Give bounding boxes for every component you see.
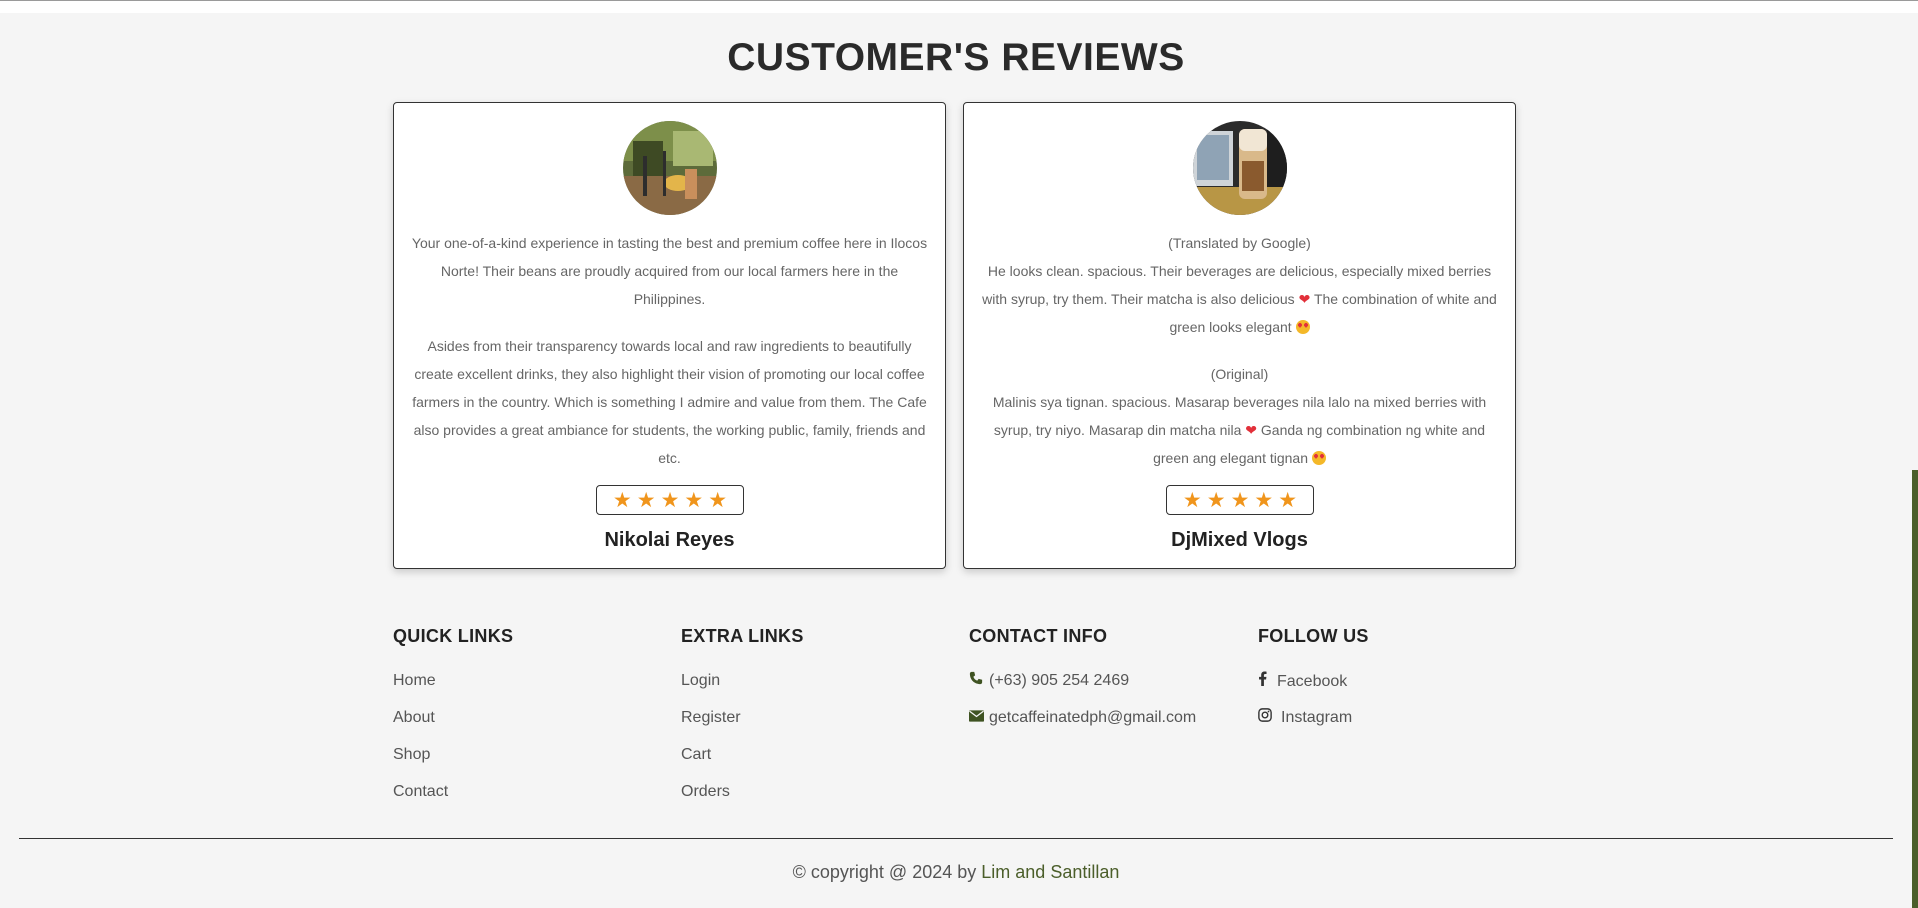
social-facebook: Facebook — [1277, 673, 1348, 690]
heart-icon: ❤ — [1245, 422, 1257, 438]
copyright-prefix: © copyright @ 2024 by — [792, 862, 977, 882]
instagram-icon — [1258, 708, 1281, 728]
star-icon: ★ — [1182, 488, 1202, 512]
footer-link-orders[interactable]: Orders — [681, 782, 804, 819]
social-instagram-link[interactable]: Instagram — [1258, 708, 1369, 745]
reviewer-avatar — [1193, 121, 1287, 215]
footer-quick-links: QUICK LINKS Home About Shop Contact — [393, 626, 513, 819]
social-facebook-link[interactable]: Facebook — [1258, 671, 1369, 708]
star-icon: ★ — [1254, 488, 1274, 512]
contact-info-heading: CONTACT INFO — [969, 626, 1108, 646]
review-card: Your one-of-a-kind experience in tasting… — [393, 102, 946, 569]
original-label: (Original) — [1210, 366, 1269, 382]
star-rating: ★ ★ ★ ★ ★ — [1166, 485, 1314, 515]
footer-link-register[interactable]: Register — [681, 708, 804, 745]
contact-phone: (+63) 905 254 2469 — [989, 672, 1130, 689]
reviewer-name: Nikolai Reyes — [604, 529, 735, 551]
social-instagram: Instagram — [1281, 709, 1353, 726]
contact-phone-link[interactable]: (+63) 905 254 2469 — [969, 671, 1196, 708]
scrollbar-thumb[interactable] — [1912, 470, 1918, 908]
reviews-title: CUSTOMER'S REVIEWS — [727, 36, 1185, 79]
reviewer-name: DjMixed Vlogs — [1171, 529, 1308, 551]
footer-contact-info: CONTACT INFO (+63) 905 254 2469 getcaffe… — [969, 626, 1196, 745]
review-translated: (Translated by Google) He looks clean. s… — [978, 229, 1501, 341]
review-text: (Translated by Google) He looks clean. s… — [978, 229, 1501, 491]
star-icon: ★ — [612, 488, 632, 512]
footer-link-cart[interactable]: Cart — [681, 745, 804, 782]
footer-follow-us: FOLLOW US Facebook Instagram — [1258, 626, 1369, 745]
follow-us-heading: FOLLOW US — [1258, 626, 1369, 646]
review-original: (Original) Malinis sya tignan. spacious.… — [978, 360, 1501, 472]
footer-link-login[interactable]: Login — [681, 671, 804, 708]
star-rating: ★ ★ ★ ★ ★ — [596, 485, 744, 515]
review-text: Your one-of-a-kind experience in tasting… — [408, 229, 931, 491]
footer-link-home[interactable]: Home — [393, 671, 513, 708]
translated-label: (Translated by Google) — [1168, 235, 1311, 251]
review-paragraph: Your one-of-a-kind experience in tasting… — [411, 235, 928, 307]
review-paragraph: Asides from their transparency towards l… — [412, 338, 927, 466]
star-icon: ★ — [708, 488, 728, 512]
footer-extra-links: EXTRA LINKS Login Register Cart Orders — [681, 626, 804, 819]
star-icon: ★ — [1278, 488, 1298, 512]
footer-divider — [19, 838, 1893, 839]
star-icon: ★ — [1206, 488, 1226, 512]
star-icon: ★ — [660, 488, 680, 512]
extra-links-heading: EXTRA LINKS — [681, 626, 804, 646]
footer-link-contact[interactable]: Contact — [393, 782, 513, 819]
heart-eyes-emoji — [1311, 451, 1326, 465]
phone-icon — [969, 671, 989, 691]
copyright: © copyright @ 2024 by Lim and Santillan — [0, 862, 1912, 883]
review-card: (Translated by Google) He looks clean. s… — [963, 102, 1516, 569]
envelope-icon — [969, 708, 989, 728]
heart-icon: ❤ — [1298, 291, 1311, 307]
contact-email: getcaffeinatedph@gmail.com — [989, 709, 1197, 726]
footer-link-shop[interactable]: Shop — [393, 745, 513, 782]
quick-links-heading: QUICK LINKS — [393, 626, 514, 646]
star-icon: ★ — [636, 488, 656, 512]
star-icon: ★ — [684, 488, 704, 512]
header-strip — [0, 1, 1918, 13]
footer-link-about[interactable]: About — [393, 708, 513, 745]
contact-email-link[interactable]: getcaffeinatedph@gmail.com — [969, 708, 1196, 745]
copyright-authors: Lim and Santillan — [981, 862, 1120, 882]
facebook-icon — [1258, 671, 1277, 692]
star-icon: ★ — [1230, 488, 1250, 512]
reviewer-avatar — [623, 121, 717, 215]
heart-eyes-emoji — [1295, 320, 1310, 334]
